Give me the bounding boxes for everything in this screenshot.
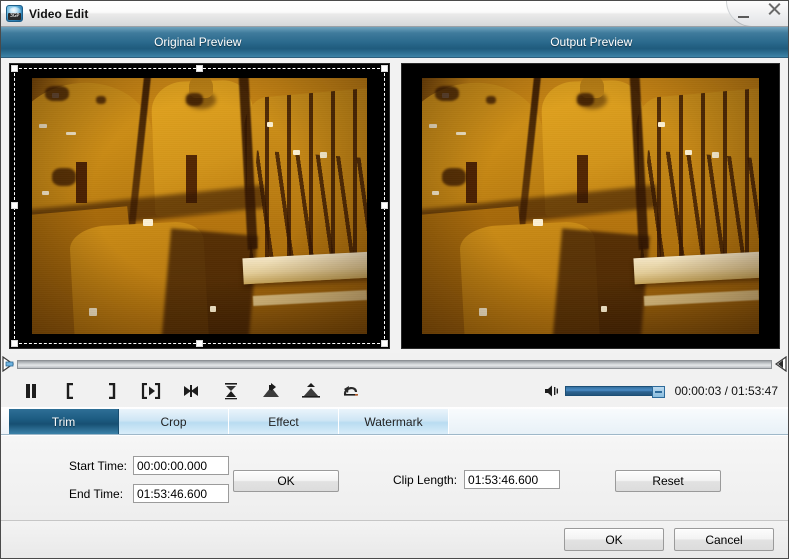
minimize-icon[interactable]: [736, 4, 752, 24]
trim-timeline[interactable]: [1, 353, 788, 375]
tab-trim-label: Trim: [51, 414, 76, 429]
speaker-icon[interactable]: [544, 384, 559, 399]
transport-buttons: [11, 378, 371, 404]
title-bar: 3GP Video Edit: [1, 1, 788, 27]
trim-ok-button[interactable]: OK: [233, 470, 339, 492]
editor-tabs: Trim Crop Effect Watermark: [1, 407, 788, 435]
clip-length-input[interactable]: [464, 470, 561, 489]
original-preview-pane[interactable]: [9, 63, 390, 349]
start-time-input[interactable]: [133, 456, 229, 475]
aerial-scene-output: [422, 78, 759, 334]
flip-vertical-button[interactable]: [251, 378, 291, 404]
tabs-filler: [449, 409, 788, 434]
output-video-frame: [401, 63, 780, 349]
crop-handle-sw[interactable]: [11, 340, 18, 347]
crop-handle-w[interactable]: [11, 202, 18, 209]
window-title: Video Edit: [29, 6, 89, 21]
volume-control[interactable]: [544, 384, 671, 399]
end-time-row: End Time:: [69, 484, 229, 503]
original-video-frame: [9, 63, 390, 349]
video-preview-area: [1, 58, 788, 353]
tab-crop[interactable]: Crop: [119, 409, 229, 434]
output-preview-label: Output Preview: [550, 35, 633, 49]
rotate-button[interactable]: [331, 378, 371, 404]
preview-header-bar: Original Preview Output Preview: [1, 27, 788, 58]
pause-button[interactable]: [11, 378, 51, 404]
crop-handle-n[interactable]: [195, 65, 203, 72]
transport-controls: 00:00:03 / 01:53:47: [1, 375, 788, 407]
original-video-picture: [32, 78, 367, 334]
timeline-track[interactable]: [17, 359, 772, 369]
crop-handle-e[interactable]: [381, 202, 388, 209]
previous-frame-button[interactable]: [171, 378, 211, 404]
set-end-button[interactable]: [91, 378, 131, 404]
tab-trim[interactable]: Trim: [9, 409, 119, 434]
start-time-row: Start Time:: [69, 456, 229, 475]
crop-handle-se[interactable]: [381, 340, 388, 347]
dialog-cancel-button[interactable]: Cancel: [674, 528, 774, 551]
video-file-3gp-icon: 3GP: [6, 5, 23, 22]
tab-watermark[interactable]: Watermark: [339, 409, 449, 434]
time-display: 00:00:03 / 01:53:47: [674, 384, 778, 398]
tab-effect-label: Effect: [268, 414, 299, 429]
clip-length-label: Clip Length:: [393, 472, 458, 487]
tab-effect[interactable]: Effect: [229, 409, 339, 434]
dialog-footer: OK Cancel: [1, 520, 788, 558]
dialog-ok-button[interactable]: OK: [564, 528, 664, 551]
set-start-button[interactable]: [51, 378, 91, 404]
snapshot-button[interactable]: [211, 378, 251, 404]
volume-slider-knob[interactable]: [651, 386, 665, 398]
trim-start-marker[interactable]: [2, 356, 15, 372]
play-clip-button[interactable]: [131, 378, 171, 404]
start-time-label: Start Time:: [69, 458, 128, 473]
end-time-input[interactable]: [133, 484, 229, 503]
output-preview-pane[interactable]: [401, 63, 780, 349]
reset-button[interactable]: Reset: [615, 470, 721, 492]
clip-length-row: Clip Length:: [393, 470, 561, 489]
flip-horizontal-button[interactable]: [291, 378, 331, 404]
original-preview-label: Original Preview: [154, 35, 242, 49]
crop-handle-ne[interactable]: [381, 65, 388, 72]
window-controls: [736, 1, 782, 27]
video-edit-window: 3GP Video Edit Original Preview Output P…: [0, 0, 789, 559]
crop-handle-s[interactable]: [195, 340, 203, 347]
aerial-scene: [32, 78, 367, 334]
output-video-picture: [422, 78, 759, 334]
tab-crop-label: Crop: [160, 414, 187, 429]
trim-end-marker[interactable]: [774, 356, 787, 372]
tab-watermark-label: Watermark: [364, 414, 423, 429]
close-icon[interactable]: [766, 2, 782, 24]
volume-slider[interactable]: [564, 386, 665, 398]
format-tag: 3GP: [8, 13, 21, 20]
crop-handle-nw[interactable]: [11, 65, 18, 72]
end-time-label: End Time:: [69, 486, 124, 501]
trim-panel: Start Time: End Time: OK Clip Length: Re…: [1, 435, 788, 520]
